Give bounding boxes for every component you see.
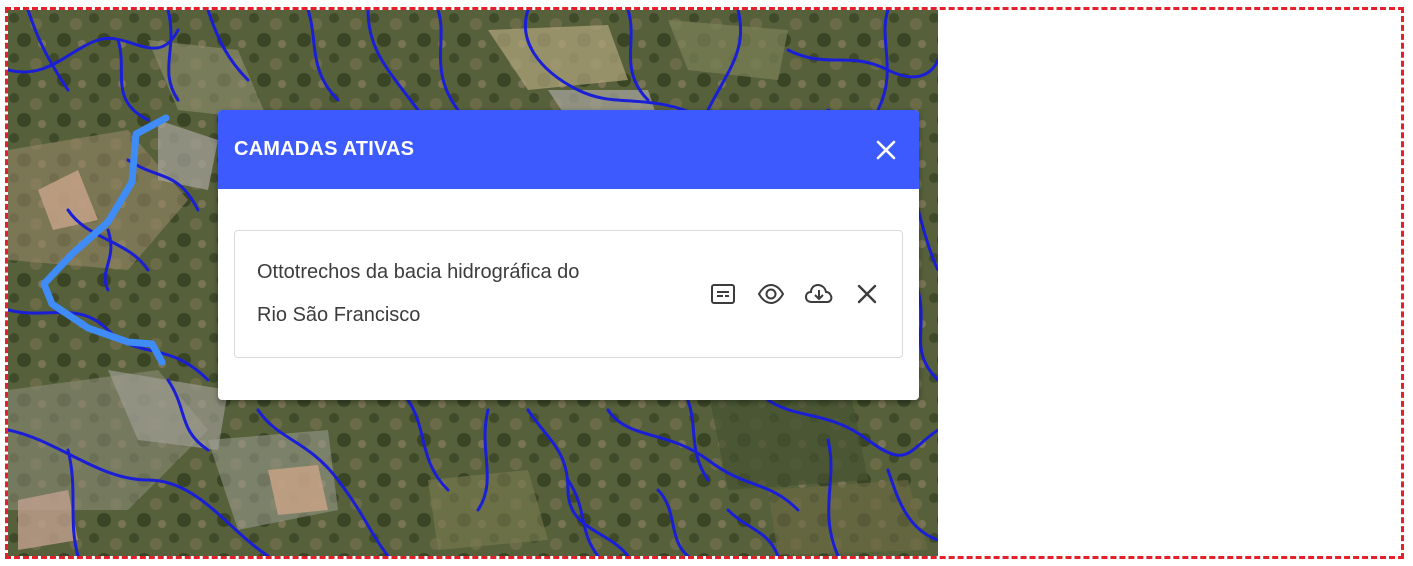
remove-icon[interactable]	[850, 277, 884, 311]
layer-item: Ottotrechos da bacia hidrográfica do Rio…	[234, 230, 903, 358]
panel-title: CAMADAS ATIVAS	[234, 138, 415, 160]
panel-header: CAMADAS ATIVAS	[218, 110, 919, 189]
active-layers-panel: CAMADAS ATIVAS Ottotrechos da bacia hidr…	[218, 110, 919, 400]
close-icon[interactable]	[871, 135, 901, 165]
layer-name: Ottotrechos da bacia hidrográfica do Rio…	[257, 261, 580, 326]
visibility-eye-icon[interactable]	[754, 277, 788, 311]
cloud-download-icon[interactable]	[802, 277, 836, 311]
panel-body: Ottotrechos da bacia hidrográfica do Rio…	[218, 189, 919, 358]
layer-actions	[706, 277, 884, 311]
legend-icon[interactable]	[706, 277, 740, 311]
